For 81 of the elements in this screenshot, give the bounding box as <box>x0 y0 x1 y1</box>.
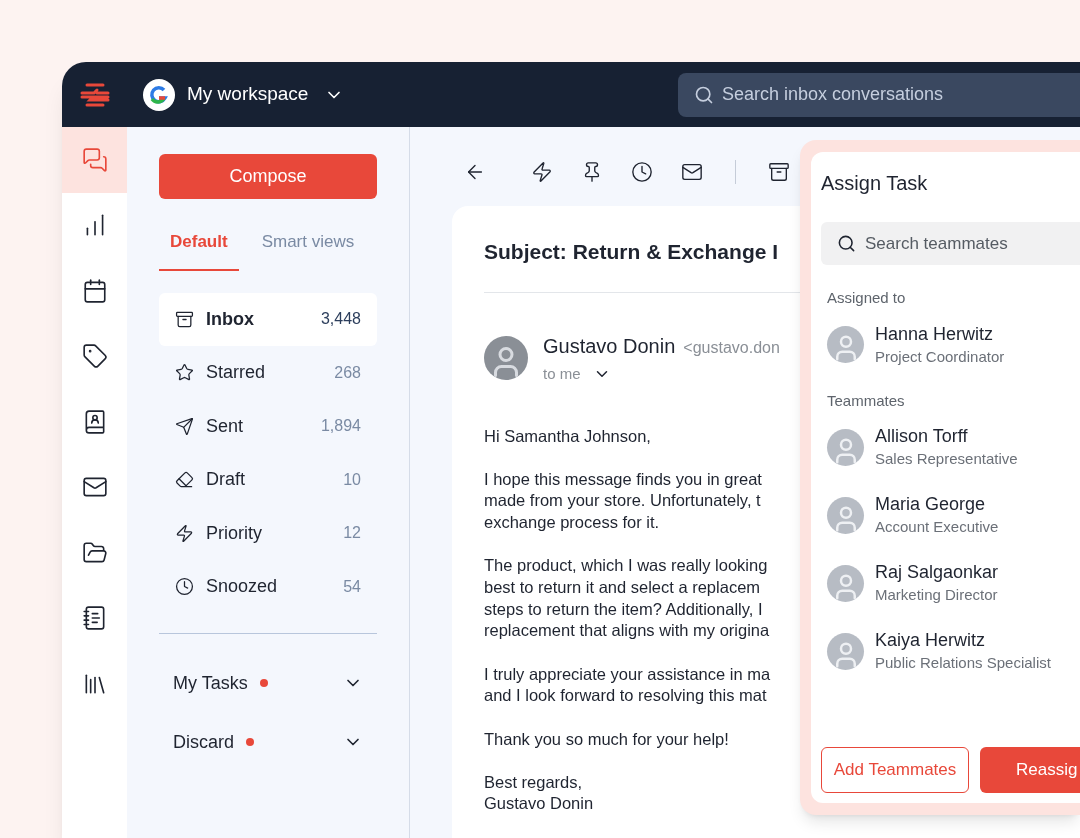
mail-icon[interactable] <box>681 161 703 183</box>
app-logo-icon <box>78 81 111 108</box>
teammate-role: Account Executive <box>875 517 999 537</box>
sender-email: <gustavo.don <box>683 338 780 358</box>
folder-label: Sent <box>206 414 244 438</box>
email-body-line: Gustavo Donin <box>484 793 594 815</box>
email-body-line: Hi Samantha Johnson, <box>484 425 651 447</box>
star-icon <box>175 363 194 383</box>
search-icon <box>837 234 856 253</box>
folder-label: Inbox <box>206 307 254 331</box>
folder-count: 268 <box>334 362 361 383</box>
folder-count: 3,448 <box>320 309 361 330</box>
folder-count: 10 <box>343 469 361 490</box>
lightning-icon[interactable] <box>531 161 553 183</box>
email-body-line: I truly appreciate your assistance in ma <box>484 663 771 685</box>
email-body-line: I hope this message finds you in great <box>484 468 762 490</box>
workspace-logo-icon <box>143 78 175 111</box>
email-body-line: replacement that aligns with my origina <box>484 620 770 642</box>
folder-item[interactable]: Sent 1,894 <box>159 399 377 453</box>
section-label: Discard <box>173 730 234 754</box>
teammate-item[interactable]: Allison Torff Sales Representative <box>827 424 1080 470</box>
recipient-label: to me <box>543 364 581 384</box>
teammate-item[interactable]: Raj Salgaonkar Marketing Director <box>827 560 1080 606</box>
tag-icon <box>81 343 108 370</box>
folder-label: Priority <box>206 521 262 545</box>
group-label: Assigned to <box>827 288 907 308</box>
teammate-item[interactable]: Hanna Herwitz Project Coordinator <box>827 321 1080 368</box>
chat-icon <box>81 146 108 173</box>
panel-title: Assign Task <box>821 171 929 196</box>
folder-label: Draft <box>206 468 245 492</box>
search-icon <box>694 84 714 105</box>
eraser-icon <box>175 470 194 490</box>
teammate-role: Sales Representative <box>875 449 1018 469</box>
calendar-icon <box>81 277 108 304</box>
folder-item[interactable]: Draft 10 <box>159 453 377 507</box>
folder-label: Starred <box>206 361 266 385</box>
lightning-icon <box>175 523 194 543</box>
teammate-item[interactable]: Kaiya Herwitz Public Relations Specialist <box>827 628 1080 674</box>
folder-count: 54 <box>343 576 361 597</box>
email-body-line: Thank you so much for your help! <box>484 728 729 750</box>
folder-count: 12 <box>343 523 361 544</box>
section-header[interactable]: Discard <box>159 712 377 772</box>
email-subject: Subject: Return & Exchange I <box>484 239 779 265</box>
email-body-line: exchange process for it. <box>484 512 660 534</box>
teammate-name: Kaiya Herwitz <box>875 629 987 652</box>
teammate-name: Raj Salgaonkar <box>875 561 999 584</box>
email-body-line: The product, which I was really looking <box>484 555 768 577</box>
section-label: My Tasks <box>173 671 248 695</box>
send-icon <box>175 416 194 436</box>
email-body-line: Best regards, <box>484 771 583 793</box>
section-header[interactable]: My Tasks <box>159 653 377 713</box>
folder-item[interactable]: Starred 268 <box>159 346 377 400</box>
inbox-icon <box>175 309 194 329</box>
folder-item[interactable]: Snoozed 54 <box>159 560 377 614</box>
teammate-search-field[interactable]: Search teammates <box>821 222 1080 265</box>
email-body-line: steps to return the item? Additionally, I <box>484 598 763 620</box>
teammate-role: Public Relations Specialist <box>875 653 1051 673</box>
archive-icon[interactable] <box>768 161 790 183</box>
email-body-line: made from your store. Unfortunately, t <box>484 490 761 512</box>
clock-icon <box>175 577 194 597</box>
folder-label: Snoozed <box>206 575 278 599</box>
sender-name: Gustavo Donin <box>543 334 676 359</box>
email-body-line: best to return it and select a replacem <box>484 577 761 598</box>
folder-count: 1,894 <box>320 416 361 437</box>
search-field[interactable]: Search inbox conversations <box>678 72 1080 117</box>
reassign-button[interactable]: Reassig <box>980 747 1080 793</box>
group-label: Teammates <box>827 390 906 411</box>
add-teammates-button[interactable]: Add Teammates <box>821 747 969 793</box>
email-body-line: and I look forward to resolving this mat <box>484 685 767 707</box>
teammate-role: Project Coordinator <box>875 346 1005 367</box>
teammate-name: Maria George <box>875 493 987 516</box>
folder-item[interactable]: Priority 12 <box>159 506 377 560</box>
clock-icon[interactable] <box>631 161 653 183</box>
tab[interactable]: Default <box>159 229 239 271</box>
folder-item[interactable]: Inbox 3,448 <box>159 292 377 346</box>
teammate-name: Allison Torff <box>875 425 969 448</box>
teammate-role: Marketing Director <box>875 585 999 605</box>
workspace-name[interactable]: My workspace <box>187 80 309 109</box>
teammate-item[interactable]: Maria George Account Executive <box>827 492 1080 538</box>
teammate-name: Hanna Herwitz <box>875 322 995 346</box>
compose-button[interactable]: Compose <box>159 154 377 199</box>
